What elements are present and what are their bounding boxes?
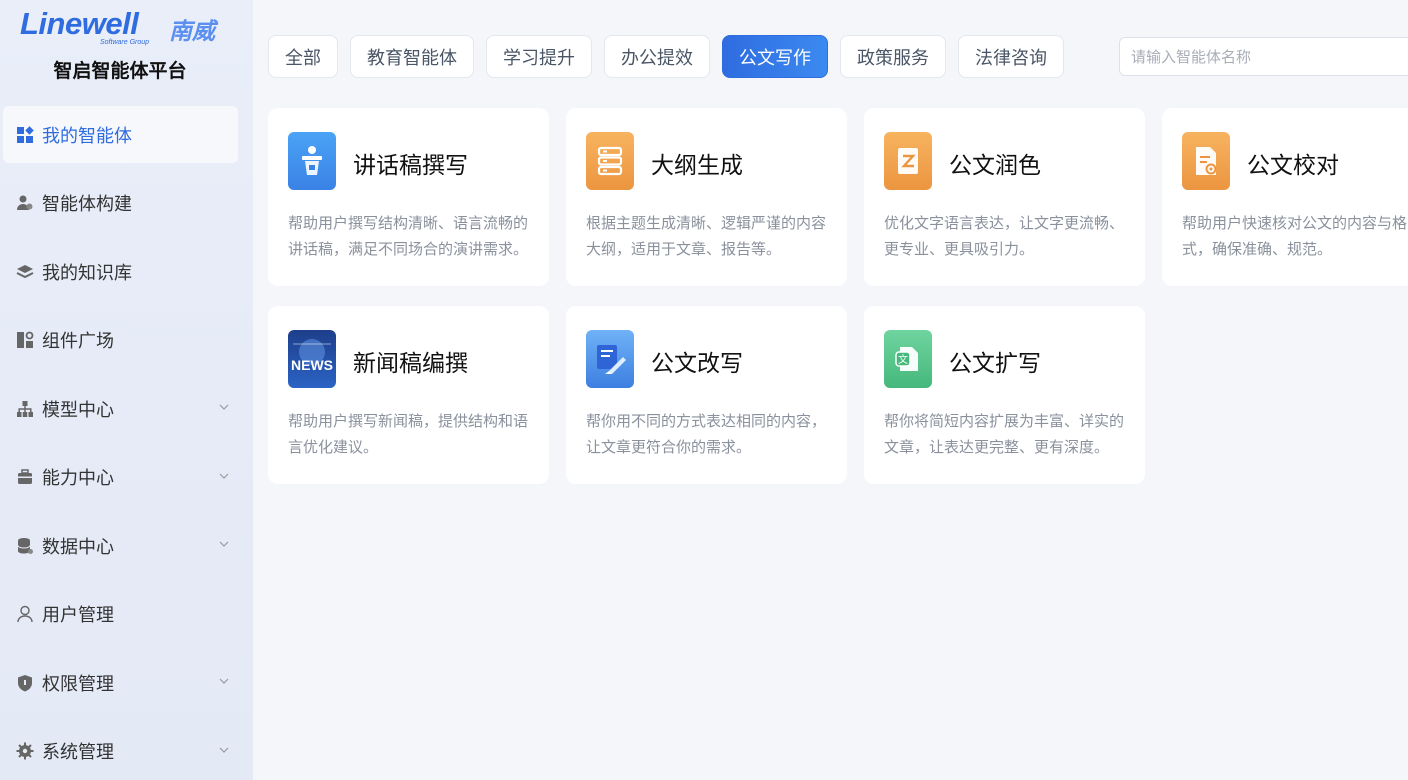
sidebar-item-components[interactable]: 组件广场 <box>0 312 253 369</box>
chevron-down-icon[interactable] <box>219 745 229 755</box>
gear-icon <box>16 742 34 760</box>
tab-learning[interactable]: 学习提升 <box>486 35 592 78</box>
layers-icon <box>16 263 34 281</box>
toolbox-icon <box>16 468 34 486</box>
sidebar-item-label: 用户管理 <box>42 605 114 626</box>
expand-document-icon: 文 <box>884 330 932 388</box>
sidebar: Linewell Software Group 南威 智启智能体平台 我的智能体… <box>0 0 253 780</box>
agent-card[interactable]: 文 公文扩写 帮你将简短内容扩展为丰富、详实的文章，让表达更完整、更有深度。 <box>864 306 1145 484</box>
chevron-down-icon[interactable] <box>219 471 229 481</box>
card-title: 公文改写 <box>651 351 743 377</box>
grid-icon <box>16 125 34 144</box>
chevron-down-icon[interactable] <box>219 676 229 686</box>
tab-all[interactable]: 全部 <box>268 35 338 78</box>
main-content: 全部 教育智能体 学习提升 办公提效 公文写作 政策服务 法律咨询 讲话稿撰写 … <box>253 0 1408 780</box>
sidebar-item-agent-build[interactable]: 智能体构建 <box>0 175 253 232</box>
agent-card[interactable]: 大纲生成 根据主题生成清晰、逻辑严谨的内容大纲，适用于文章、报告等。 <box>566 108 847 286</box>
logo-text-en: Linewell <box>20 6 139 41</box>
outline-list-icon <box>586 132 634 190</box>
agent-card[interactable]: 公文校对 帮助用户快速核对公文的内容与格式，确保准确、规范。 <box>1162 108 1408 286</box>
card-title: 公文润色 <box>949 153 1041 179</box>
sidebar-item-user-management[interactable]: 用户管理 <box>0 586 253 643</box>
svg-text:文: 文 <box>898 353 908 366</box>
sidebar-item-data-center[interactable]: 数据中心 <box>0 517 253 574</box>
card-title: 公文校对 <box>1247 153 1339 179</box>
tab-document-writing[interactable]: 公文写作 <box>722 35 828 78</box>
card-description: 帮助用户撰写结构清晰、语言流畅的讲话稿，满足不同场合的演讲需求。 <box>288 214 529 258</box>
svg-text:NEWS: NEWS <box>291 357 333 373</box>
card-description: 帮你用不同的方式表达相同的内容，让文章更符合你的需求。 <box>586 412 827 456</box>
tab-education-agents[interactable]: 教育智能体 <box>350 35 474 78</box>
user-icon <box>16 605 34 623</box>
sidebar-menu: 我的智能体 智能体构建 我的知识库 组件广场 模型中心 能力中心 数据中心 用户… <box>0 106 253 780</box>
chevron-down-icon[interactable] <box>219 539 229 549</box>
logo-text-cn: 南威 <box>169 19 215 45</box>
sidebar-item-capability-center[interactable]: 能力中心 <box>0 449 253 506</box>
database-icon <box>16 537 34 555</box>
sidebar-item-label: 模型中心 <box>42 399 114 421</box>
sidebar-item-model-center[interactable]: 模型中心 <box>0 380 253 437</box>
sidebar-item-label: 系统管理 <box>42 742 114 763</box>
speech-podium-icon <box>288 132 336 190</box>
polish-document-icon <box>884 132 932 190</box>
news-icon: NEWS <box>288 330 336 388</box>
shield-icon <box>16 674 34 692</box>
sidebar-item-label: 组件广场 <box>42 331 114 352</box>
sidebar-item-label: 权限管理 <box>42 673 114 695</box>
platform-name: 智启智能体平台 <box>53 60 187 82</box>
sidebar-item-label: 我的智能体 <box>42 125 132 147</box>
sidebar-item-permission-management[interactable]: 权限管理 <box>0 654 253 711</box>
card-title: 讲话稿撰写 <box>353 153 468 179</box>
card-title: 公文扩写 <box>949 351 1041 377</box>
agent-card[interactable]: 公文润色 优化文字语言表达，让文字更流畅、更专业、更具吸引力。 <box>864 108 1145 286</box>
agent-card[interactable]: 讲话稿撰写 帮助用户撰写结构清晰、语言流畅的讲话稿，满足不同场合的演讲需求。 <box>268 108 549 286</box>
agent-card[interactable]: 公文改写 帮你用不同的方式表达相同的内容，让文章更符合你的需求。 <box>566 306 847 484</box>
proofread-document-icon <box>1182 132 1230 190</box>
sidebar-item-knowledge-base[interactable]: 我的知识库 <box>0 243 253 300</box>
hierarchy-icon <box>16 400 34 418</box>
card-description: 帮你将简短内容扩展为丰富、详实的文章，让表达更完整、更有深度。 <box>884 412 1125 456</box>
card-description: 优化文字语言表达，让文字更流畅、更专业、更具吸引力。 <box>884 214 1125 258</box>
sidebar-item-system-management[interactable]: 系统管理 <box>0 723 253 780</box>
sidebar-item-label: 智能体构建 <box>42 194 132 215</box>
card-title: 大纲生成 <box>651 153 743 179</box>
users-icon <box>16 194 34 212</box>
card-description: 帮助用户快速核对公文的内容与格式，确保准确、规范。 <box>1182 214 1408 258</box>
tab-office-efficiency[interactable]: 办公提效 <box>604 35 710 78</box>
brand-logo: Linewell Software Group 南威 <box>20 6 230 46</box>
tab-legal-consulting[interactable]: 法律咨询 <box>958 35 1064 78</box>
agent-card[interactable]: NEWS 新闻稿编撰 帮助用户撰写新闻稿，提供结构和语言优化建议。 <box>268 306 549 484</box>
sidebar-item-label: 我的知识库 <box>42 262 132 284</box>
card-description: 根据主题生成清晰、逻辑严谨的内容大纲，适用于文章、报告等。 <box>586 214 827 258</box>
sidebar-item-label: 数据中心 <box>42 536 114 558</box>
sidebar-item-label: 能力中心 <box>42 468 114 489</box>
category-tabs: 全部 教育智能体 学习提升 办公提效 公文写作 政策服务 法律咨询 <box>268 35 1076 78</box>
components-icon <box>16 331 34 349</box>
chevron-down-icon[interactable] <box>219 402 229 412</box>
search-input[interactable] <box>1119 37 1408 76</box>
card-title: 新闻稿编撰 <box>353 351 468 377</box>
rewrite-document-icon <box>586 330 634 388</box>
logo-subtext: Software Group <box>100 39 150 46</box>
tab-policy-services[interactable]: 政策服务 <box>840 35 946 78</box>
sidebar-item-my-agents[interactable]: 我的智能体 <box>3 106 238 163</box>
card-description: 帮助用户撰写新闻稿，提供结构和语言优化建议。 <box>288 412 529 456</box>
